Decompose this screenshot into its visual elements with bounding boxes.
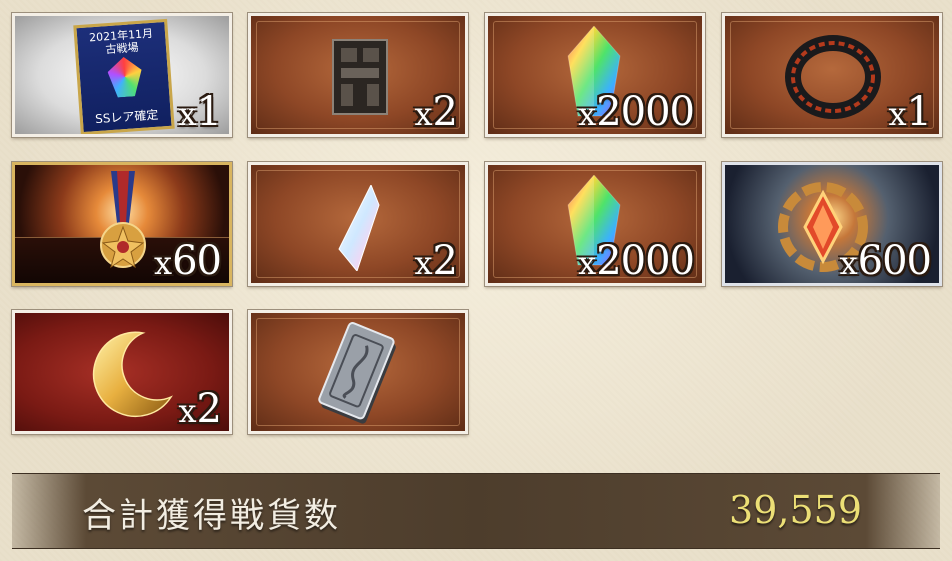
reward-count: x1 bbox=[888, 89, 933, 135]
reward-count: x2000 bbox=[578, 238, 695, 284]
stone-relic-icon bbox=[332, 39, 388, 115]
total-points-label: 合計獲得戦貨数 bbox=[82, 496, 341, 536]
reward-count: x60 bbox=[154, 238, 222, 284]
draw-ticket-icon: 2021年11月 古戦場 SSレア確定 bbox=[73, 18, 175, 134]
ticket-guarantee: SSレア確定 bbox=[94, 107, 159, 127]
total-points-bar: 合計獲得戦貨数 39,559 bbox=[12, 473, 940, 549]
medal-icon bbox=[100, 171, 146, 269]
silver-tablet-icon bbox=[318, 322, 396, 424]
reward-item-stone-relic[interactable]: x2 bbox=[247, 12, 469, 138]
reward-count: x2 bbox=[414, 89, 459, 135]
reward-item-black-ring[interactable]: x1 bbox=[721, 12, 943, 138]
reward-count: x1 bbox=[178, 89, 223, 135]
reward-count: x2 bbox=[178, 386, 223, 432]
reward-item-white-crystal[interactable]: x2 bbox=[247, 161, 469, 287]
ring-icon bbox=[785, 35, 881, 119]
reward-item-rainbow-crystal-2[interactable]: x2000 bbox=[484, 161, 706, 287]
crescent-moon-icon bbox=[92, 331, 173, 418]
white-crystal-icon bbox=[338, 185, 380, 271]
reward-item-medal[interactable]: x60 bbox=[11, 161, 233, 287]
total-points-value: 39,559 bbox=[729, 488, 862, 532]
reward-item-golden-ornament[interactable]: x600 bbox=[721, 161, 943, 287]
reward-count: x2000 bbox=[578, 89, 695, 135]
reward-count: x600 bbox=[839, 238, 932, 284]
reward-count: x2 bbox=[414, 238, 459, 284]
reward-item-rainbow-crystal[interactable]: x2000 bbox=[484, 12, 706, 138]
reward-item-ticket[interactable]: 2021年11月 古戦場 SSレア確定 x1 bbox=[11, 12, 233, 138]
reward-item-crescent-moon[interactable]: x2 bbox=[11, 309, 233, 435]
reward-item-silver-tablet[interactable] bbox=[247, 309, 469, 435]
